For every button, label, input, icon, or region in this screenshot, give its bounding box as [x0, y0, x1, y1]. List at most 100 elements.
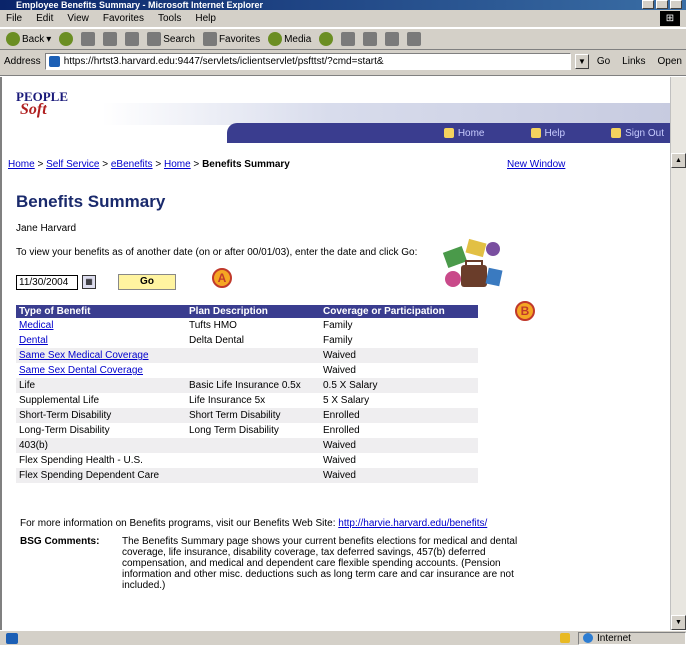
media-button[interactable]: Media	[268, 32, 311, 46]
benefit-type-cell: Flex Spending Dependent Care	[16, 468, 186, 483]
favorites-button[interactable]: Favorites	[202, 32, 260, 46]
plan-cell	[186, 363, 320, 378]
nav-help-link[interactable]: Help	[530, 128, 565, 139]
date-row: ▦ Go	[16, 274, 176, 290]
address-label: Address	[4, 55, 41, 67]
table-row: Flex Spending Health - U.S. Waived	[16, 453, 478, 468]
header-swoosh	[102, 103, 670, 125]
links-button[interactable]: Links	[618, 55, 649, 68]
forward-button[interactable]	[59, 32, 74, 46]
breadcrumb-self-service[interactable]: Self Service	[46, 159, 99, 170]
table-row: Same Sex Dental Coverage Waived	[16, 363, 478, 378]
table-row: Dental Delta Dental Family	[16, 333, 478, 348]
window-controls	[642, 0, 682, 10]
benefit-link-same-sex-dental[interactable]: Same Sex Dental Coverage	[19, 365, 143, 376]
window-title: Employee Benefits Summary - Microsoft In…	[16, 0, 264, 10]
home-toolbar-button[interactable]	[125, 32, 140, 46]
bsg-comments: BSG Comments: The Benefits Summary page …	[20, 536, 530, 591]
menu-help[interactable]: Help	[195, 13, 216, 24]
plan-cell	[186, 438, 320, 453]
windows-logo-icon: ⊞	[660, 11, 680, 26]
scroll-down-button[interactable]: ▼	[671, 615, 686, 630]
date-instructions: To view your benefits as of another date…	[16, 247, 418, 258]
benefit-link-same-sex-medical[interactable]: Same Sex Medical Coverage	[19, 350, 149, 361]
search-button[interactable]: Search	[147, 32, 195, 46]
menu-bar: File Edit View Favorites Tools Help ⊞	[0, 10, 686, 28]
employee-name: Jane Harvard	[16, 223, 77, 234]
as-of-date-input[interactable]	[16, 274, 78, 290]
print-button[interactable]	[363, 32, 378, 46]
nav-signout-link[interactable]: Sign Out	[611, 128, 664, 139]
mail-icon	[341, 32, 356, 46]
breadcrumb-home[interactable]: Home	[8, 159, 35, 170]
address-input[interactable]: https://hrtst3.harvard.edu:9447/servlets…	[44, 52, 572, 70]
edit-button[interactable]	[385, 32, 400, 46]
stop-button[interactable]	[81, 32, 96, 46]
menu-tools[interactable]: Tools	[158, 13, 181, 24]
vertical-scrollbar[interactable]: ▲ ▼	[670, 77, 686, 630]
menu-favorites[interactable]: Favorites	[103, 13, 144, 24]
coverage-cell: Waived	[320, 468, 478, 483]
maximize-button[interactable]	[656, 0, 668, 9]
plan-cell	[186, 468, 320, 483]
scroll-up-button[interactable]: ▲	[671, 153, 686, 168]
table-row: Medical Tufts HMO Family	[16, 318, 478, 333]
coverage-cell: 5 X Salary	[320, 393, 478, 408]
breadcrumb-ebenefits[interactable]: eBenefits	[111, 159, 153, 170]
discuss-icon	[407, 32, 422, 46]
star-icon	[202, 32, 217, 46]
benefits-website-link[interactable]: http://harvie.harvard.edu/benefits/	[338, 518, 487, 529]
stop-icon	[81, 32, 96, 46]
discuss-button[interactable]	[407, 32, 422, 46]
go-button[interactable]: Go	[118, 274, 176, 290]
benefits-table: Type of Benefit Plan Description Coverag…	[16, 305, 478, 483]
benefit-type-cell: Flex Spending Health - U.S.	[16, 453, 186, 468]
nav-home-link[interactable]: Home	[443, 128, 485, 139]
plan-cell: Long Term Disability	[186, 423, 320, 438]
minimize-button[interactable]	[642, 0, 654, 9]
house-icon	[125, 32, 140, 46]
ie-page-icon	[6, 632, 18, 644]
menu-view[interactable]: View	[67, 13, 89, 24]
header-plan-description: Plan Description	[186, 305, 320, 318]
benefit-type-cell: Short-Term Disability	[16, 408, 186, 423]
coverage-cell: Waived	[320, 438, 478, 453]
history-button[interactable]	[319, 32, 334, 46]
table-row: Life Basic Life Insurance 0.5x 0.5 X Sal…	[16, 378, 478, 393]
edit-icon	[385, 32, 400, 46]
printer-icon	[363, 32, 378, 46]
benefit-link-dental[interactable]: Dental	[19, 335, 48, 346]
benefit-type-cell: Long-Term Disability	[16, 423, 186, 438]
window-titlebar: Employee Benefits Summary - Microsoft In…	[0, 0, 686, 10]
peoplesoft-logo: PEOPLE Soft	[16, 89, 69, 118]
benefit-link-medical[interactable]: Medical	[19, 320, 53, 331]
menu-edit[interactable]: Edit	[36, 13, 53, 24]
benefit-type-cell: Life	[16, 378, 186, 393]
coverage-cell: Enrolled	[320, 408, 478, 423]
calendar-icon[interactable]: ▦	[82, 275, 96, 289]
coverage-cell: Waived	[320, 348, 478, 363]
menu-file[interactable]: File	[6, 13, 22, 24]
address-dropdown-button[interactable]: ▼	[575, 53, 589, 69]
refresh-button[interactable]	[103, 32, 118, 46]
breadcrumb-home-2[interactable]: Home	[164, 159, 191, 170]
globe-icon	[583, 633, 593, 643]
benefit-type-cell: 403(b)	[16, 438, 186, 453]
back-button[interactable]: Back ▾	[6, 32, 51, 46]
history-icon	[319, 32, 334, 46]
coverage-cell: Waived	[320, 453, 478, 468]
back-arrow-icon	[6, 32, 20, 46]
coverage-cell: Family	[320, 333, 478, 348]
close-button[interactable]	[670, 0, 682, 9]
table-header-row: Type of Benefit Plan Description Coverag…	[16, 305, 478, 318]
more-info-text: For more information on Benefits program…	[20, 518, 488, 529]
new-window-link[interactable]: New Window	[507, 159, 565, 170]
open-button[interactable]: Open	[654, 55, 686, 68]
signout-icon	[611, 128, 622, 138]
address-go-button[interactable]: Go	[593, 55, 614, 68]
plan-cell: Short Term Disability	[186, 408, 320, 423]
table-row: Supplemental Life Life Insurance 5x 5 X …	[16, 393, 478, 408]
header-coverage: Coverage or Participation	[320, 305, 478, 318]
coverage-cell: Enrolled	[320, 423, 478, 438]
mail-button[interactable]	[341, 32, 356, 46]
